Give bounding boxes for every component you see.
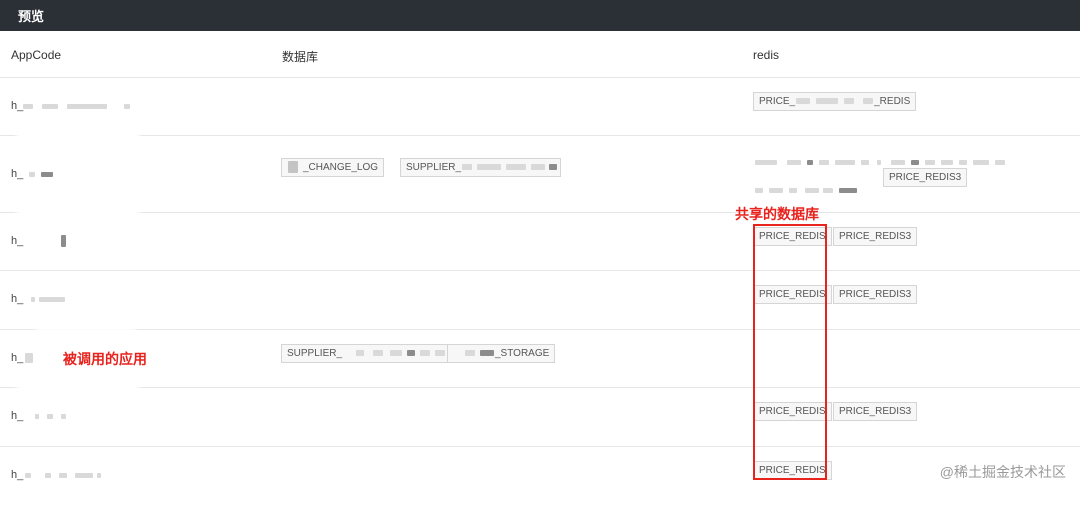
table-row[interactable]: h_ _CHANGE_LOG SUPPLIER_ PRICE_REDIS3 [0, 136, 1080, 213]
redaction-overlay [22, 200, 134, 212]
window-title: 预览 [18, 9, 45, 24]
redaction-overlay [40, 330, 132, 342]
database-tag: _STORAGE [447, 344, 556, 363]
table-row[interactable]: h_ PRICE_REDIS PRICE_REDIS3 [0, 213, 1080, 271]
shared-db-highlight-box [753, 224, 827, 480]
table-row[interactable]: h_ PRICE_REDIS PRICE_REDIS3 [0, 388, 1080, 447]
watermark: @稀土掘金技术社区 [939, 464, 1066, 480]
table-row[interactable]: h_ PRICE_REDIS [0, 447, 1080, 507]
table-row[interactable]: h_ PRICE_REDIS PRICE_REDIS3 [0, 271, 1080, 330]
appcode-cell: h_ [11, 168, 54, 180]
appcode-cell: h_ [11, 352, 34, 364]
table-row[interactable]: h_ SUPPLIER_ _STORAGE [0, 330, 1080, 388]
redaction-overlay [22, 376, 134, 387]
header-database: 数据库 [282, 50, 319, 64]
appcode-cell: h_ [11, 293, 66, 305]
annotation-shared-db: 共享的数据库 [735, 206, 819, 222]
redis-tag: PRICE_ _REDIS [753, 92, 917, 111]
annotation-called-app: 被调用的应用 [63, 351, 147, 367]
redis-tag: PRICE_REDIS3 [833, 402, 918, 421]
appcode-cell: h_ [11, 410, 67, 422]
header-appcode: AppCode [11, 48, 62, 62]
redaction-overlay [22, 388, 134, 400]
appcode-cell: h_ [11, 469, 102, 481]
appcode-cell: h_ [11, 100, 131, 112]
redaction-overlay [22, 124, 134, 136]
database-tag: SUPPLIER_ [281, 344, 453, 363]
redis-tag: PRICE_REDIS3 [883, 168, 968, 187]
redaction-overlay [22, 213, 134, 223]
redis-tag: PRICE_REDIS3 [833, 285, 918, 304]
appcode-cell: h_ [11, 235, 67, 248]
database-tag: _CHANGE_LOG [281, 158, 385, 177]
redis-tag: PRICE_REDIS3 [833, 227, 918, 246]
table-row[interactable]: h_ PRICE_ _REDIS [0, 78, 1080, 136]
table-header: AppCode 数据库 redis [0, 31, 1080, 78]
header-redis: redis [753, 48, 780, 62]
database-tag: SUPPLIER_ [400, 158, 562, 177]
window-title-bar: 预览 [0, 0, 1080, 31]
redaction-overlay [22, 136, 134, 146]
